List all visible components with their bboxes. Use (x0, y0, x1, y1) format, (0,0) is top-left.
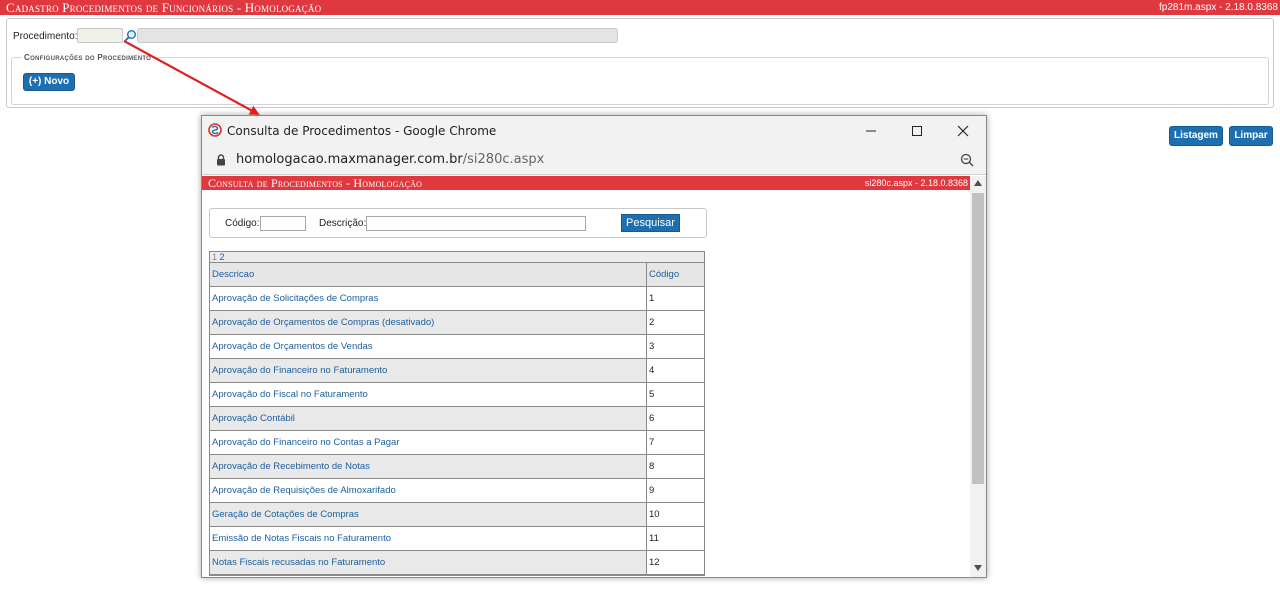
app-header: Cadastro Procedimentos de Funcionários -… (0, 0, 1280, 15)
url-host: homologacao.maxmanager.com.br (236, 152, 463, 167)
row-descricao-link[interactable]: Notas Fiscais recusadas no Faturamento (210, 551, 647, 574)
table-row[interactable]: Aprovação Contábil 6 (210, 407, 704, 431)
row-codigo: 6 (647, 407, 704, 430)
row-codigo: 10 (647, 503, 704, 526)
popup-header-version: si280c.aspx - 2.18.0.8368 (864, 178, 968, 188)
window-titlebar[interactable]: Consulta de Procedimentos - Google Chrom… (202, 116, 986, 146)
scroll-up-icon[interactable] (974, 180, 982, 186)
grid-header-row: Descricao Código (210, 263, 704, 287)
row-codigo: 8 (647, 455, 704, 478)
row-descricao-link[interactable]: Emissão de Notas Fiscais no Faturamento (210, 527, 647, 550)
minimize-icon (866, 130, 876, 132)
column-header-descricao[interactable]: Descricao (210, 263, 647, 286)
config-legend: Configurações do Procedimento (22, 53, 154, 62)
search-panel: Código: Descrição: Pesquisar (209, 208, 707, 238)
descricao-label: Descrição: (319, 218, 367, 229)
novo-button[interactable]: (+) Novo (23, 73, 75, 91)
table-row[interactable]: Aprovação de Orçamentos de Vendas 3 (210, 335, 704, 359)
app-logo-icon (208, 123, 222, 137)
column-header-codigo[interactable]: Código (647, 263, 704, 286)
row-descricao-link[interactable]: Aprovação do Financeiro no Faturamento (210, 359, 647, 382)
row-descricao-link[interactable]: Aprovação de Recebimento de Notas (210, 455, 647, 478)
table-row[interactable]: Geração de Cotações de Compras 10 (210, 503, 704, 527)
url-text: homologacao.maxmanager.com.br/si280c.asp… (236, 152, 544, 167)
search-icon[interactable] (124, 29, 137, 42)
maximize-icon (912, 126, 922, 136)
app-title: Cadastro Procedimentos de Funcionários -… (6, 0, 322, 15)
pager-page-link[interactable]: 2 (220, 252, 225, 262)
minimize-button[interactable] (848, 116, 894, 146)
url-path: /si280c.aspx (462, 152, 545, 167)
procedimento-code-input[interactable] (77, 28, 123, 43)
table-row[interactable]: Aprovação do Fiscal no Faturamento 5 (210, 383, 704, 407)
table-row[interactable]: Aprovação de Requisições de Almoxarifado… (210, 479, 704, 503)
pesquisar-button[interactable]: Pesquisar (621, 214, 680, 232)
row-codigo: 7 (647, 431, 704, 454)
vertical-scrollbar[interactable] (970, 176, 986, 577)
close-button[interactable] (940, 116, 986, 146)
table-row[interactable]: Aprovação do Financeiro no Faturamento 4 (210, 359, 704, 383)
procedimento-description-field (137, 28, 618, 43)
row-codigo: 12 (647, 551, 704, 574)
row-codigo: 9 (647, 479, 704, 502)
table-row[interactable]: Aprovação de Orçamentos de Compras (desa… (210, 311, 704, 335)
row-descricao-link[interactable]: Aprovação Contábil (210, 407, 647, 430)
grid-pager: 1 2 (210, 252, 704, 263)
row-descricao-link[interactable]: Aprovação do Financeiro no Contas a Paga… (210, 431, 647, 454)
row-codigo: 2 (647, 311, 704, 334)
address-bar[interactable]: homologacao.maxmanager.com.br/si280c.asp… (202, 146, 986, 175)
popup-header-title: Consulta de Procedimentos - Homologação (208, 176, 423, 190)
popup-content: Consulta de Procedimentos - Homologação … (202, 176, 970, 577)
codigo-input[interactable] (260, 216, 306, 231)
table-row[interactable]: Aprovação de Recebimento de Notas 8 (210, 455, 704, 479)
procedimento-label: Procedimento: (13, 31, 78, 42)
consulta-popup-window: Consulta de Procedimentos - Google Chrom… (201, 115, 987, 578)
lock-icon (217, 154, 225, 166)
close-icon (957, 125, 969, 137)
pager-current-page: 1 (212, 252, 218, 262)
table-row[interactable]: Aprovação do Financeiro no Contas a Paga… (210, 431, 704, 455)
row-codigo: 4 (647, 359, 704, 382)
row-descricao-link[interactable]: Aprovação de Orçamentos de Vendas (210, 335, 647, 358)
table-row[interactable]: Aprovação de Solicitações de Compras 1 (210, 287, 704, 311)
table-row[interactable]: Notas Fiscais recusadas no Faturamento 12 (210, 551, 704, 575)
zoom-icon[interactable] (960, 153, 974, 167)
row-descricao-link[interactable]: Aprovação de Orçamentos de Compras (desa… (210, 311, 647, 334)
row-codigo: 3 (647, 335, 704, 358)
scrollbar-thumb[interactable] (972, 193, 984, 484)
config-fieldset: Configurações do Procedimento (+) Novo (11, 53, 1269, 105)
popup-header: Consulta de Procedimentos - Homologação … (202, 176, 970, 190)
row-descricao-link[interactable]: Geração de Cotações de Compras (210, 503, 647, 526)
descricao-input[interactable] (366, 216, 586, 231)
window-title: Consulta de Procedimentos - Google Chrom… (227, 124, 497, 138)
grid-body: Aprovação de Solicitações de Compras 1 Apr… (210, 287, 704, 575)
row-descricao-link[interactable]: Aprovação do Fiscal no Faturamento (210, 383, 647, 406)
row-descricao-link[interactable]: Aprovação de Solicitações de Compras (210, 287, 647, 310)
row-codigo: 1 (647, 287, 704, 310)
row-descricao-link[interactable]: Aprovação de Requisições de Almoxarifado (210, 479, 647, 502)
codigo-label: Código: (225, 218, 260, 229)
maximize-button[interactable] (894, 116, 940, 146)
scroll-down-icon[interactable] (974, 565, 982, 571)
app-version: fp281m.aspx - 2.18.0.8368 (1159, 2, 1278, 13)
table-row[interactable]: Emissão de Notas Fiscais no Faturamento 1… (210, 527, 704, 551)
procedimentos-grid: 1 2 Descricao Código Aprovação de Solici… (209, 251, 705, 576)
row-codigo: 11 (647, 527, 704, 550)
limpar-button[interactable]: Limpar (1229, 126, 1273, 146)
row-codigo: 5 (647, 383, 704, 406)
listagem-button[interactable]: Listagem (1169, 126, 1223, 146)
procedimento-panel: Procedimento: Configurações do Procedime… (6, 18, 1274, 108)
